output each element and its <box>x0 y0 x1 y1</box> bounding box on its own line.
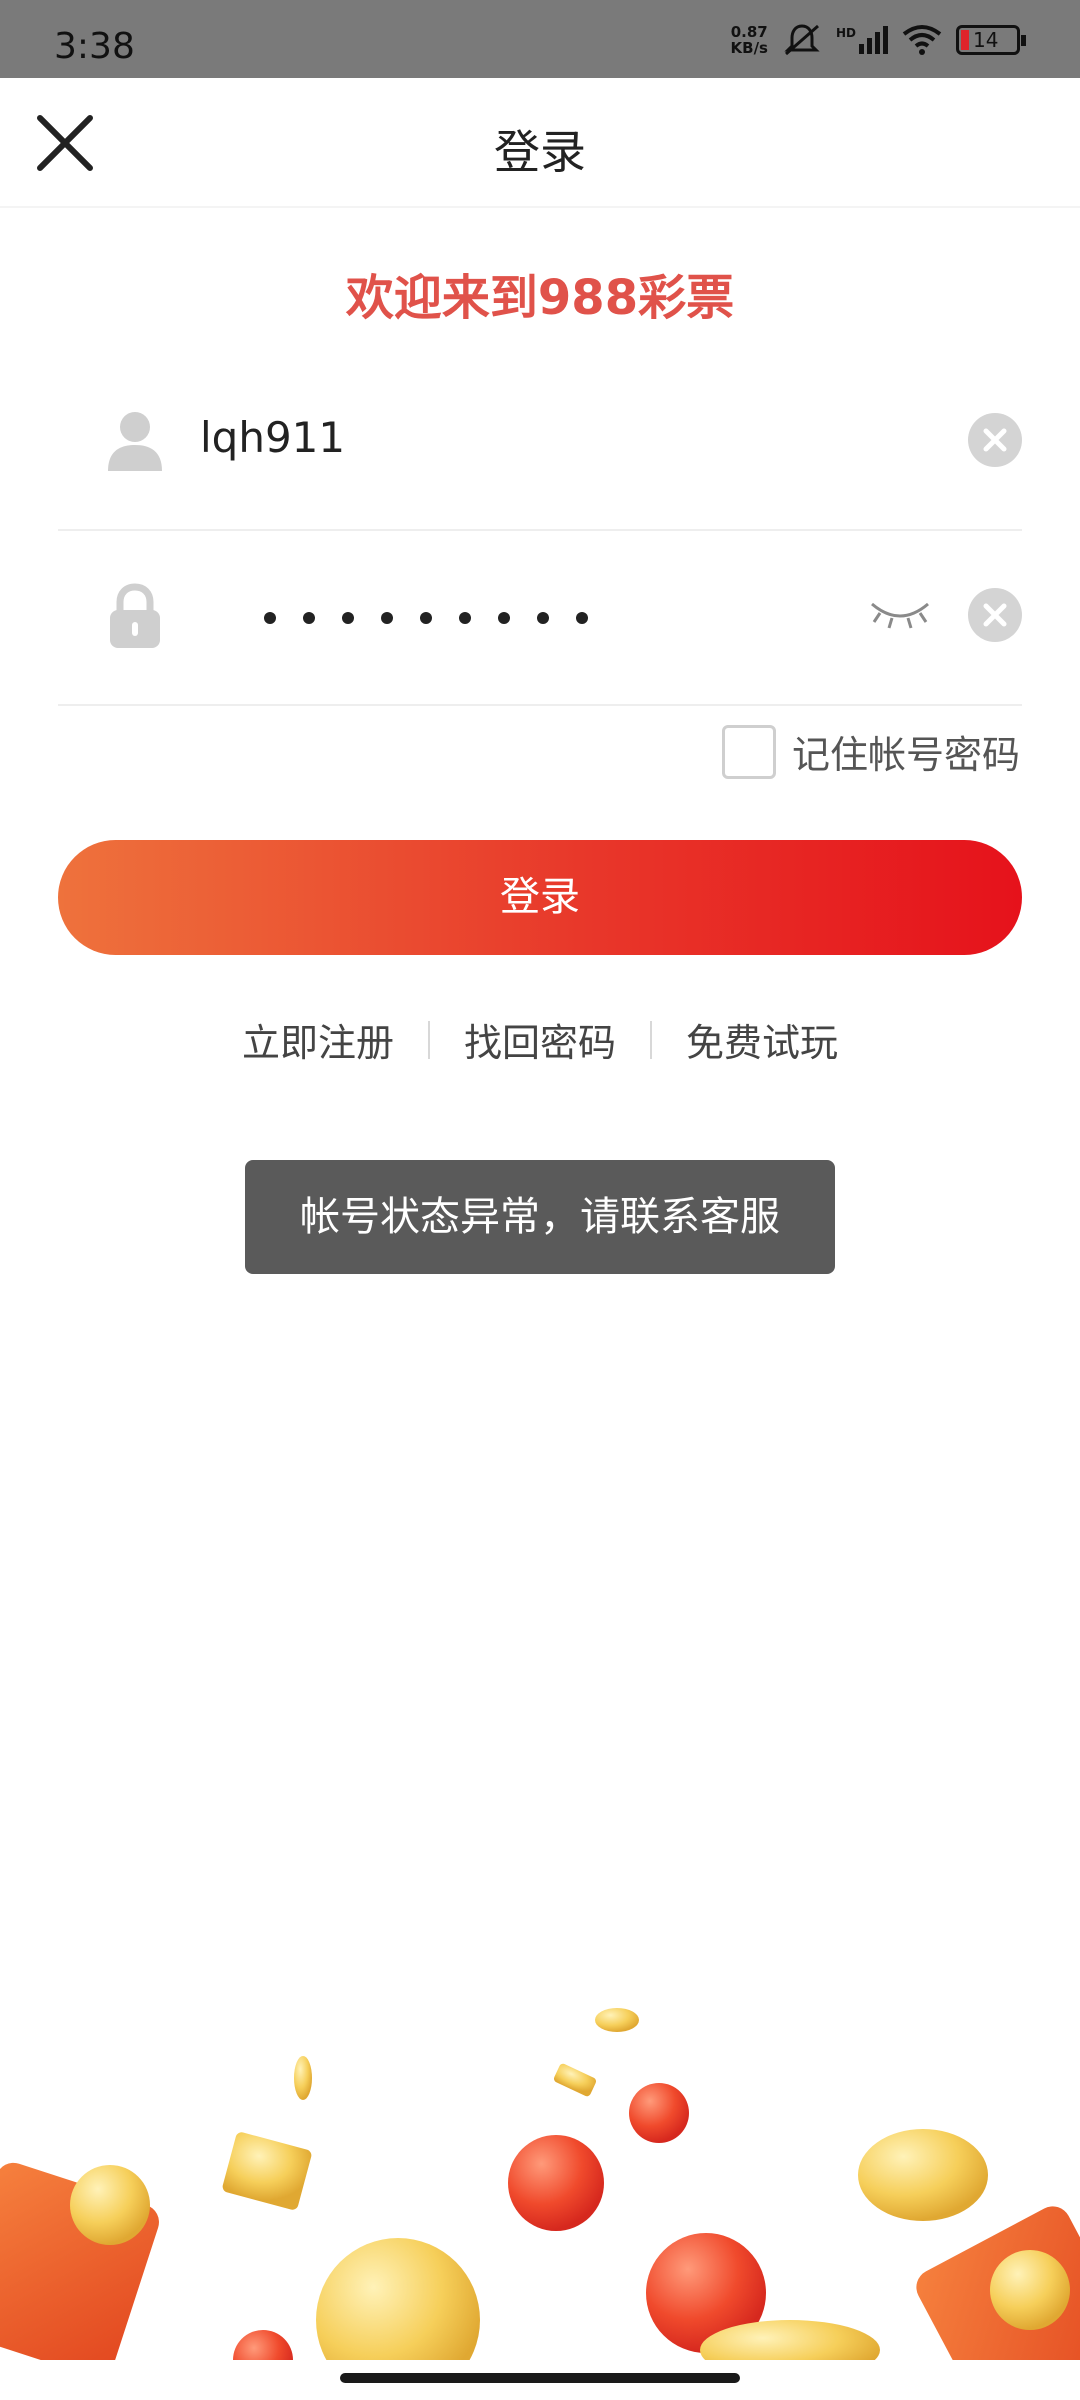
password-dot <box>342 612 354 624</box>
user-icon <box>108 412 162 471</box>
password-dot <box>459 612 471 624</box>
password-dot <box>264 612 276 624</box>
password-dot <box>576 612 588 624</box>
wifi-icon <box>902 25 942 55</box>
status-bar: 3:38 0.87 KB/s HD 14 <box>0 0 1080 78</box>
red-envelope-right <box>916 2206 1080 2360</box>
net-speed-icon: 0.87 KB/s <box>730 23 768 57</box>
eye-closed-icon[interactable] <box>868 594 932 634</box>
password-dot <box>303 612 315 624</box>
free-trial-link[interactable]: 免费试玩 <box>652 1012 872 1067</box>
password-mask[interactable] <box>264 612 588 624</box>
password-dot <box>420 612 432 624</box>
signal-icon: HD <box>836 26 888 54</box>
login-button[interactable]: 登录 <box>58 840 1022 955</box>
battery-level: 14 <box>973 28 999 52</box>
password-dot <box>537 612 549 624</box>
clear-icon <box>983 603 1007 627</box>
clear-icon <box>983 428 1007 452</box>
status-time: 3:38 <box>54 26 135 67</box>
clear-username-button[interactable] <box>968 413 1022 467</box>
header: 登录 <box>0 78 1080 208</box>
password-dot <box>498 612 510 624</box>
username-field[interactable]: lqh911 <box>58 353 1022 531</box>
page-title: 登录 <box>494 125 586 179</box>
register-link[interactable]: 立即注册 <box>208 1012 428 1067</box>
mute-icon <box>784 24 820 56</box>
error-toast: 帐号状态异常，请联系客服 <box>245 1160 835 1274</box>
remember-label: 记住帐号密码 <box>791 733 1020 777</box>
clear-password-button[interactable] <box>968 588 1022 642</box>
remember-checkbox[interactable] <box>721 724 776 779</box>
status-icons: 0.87 KB/s HD 14 <box>730 20 1026 60</box>
lock-icon <box>110 583 160 648</box>
password-field[interactable] <box>58 528 1022 706</box>
welcome-title: 欢迎来到988彩票 <box>345 270 735 326</box>
username-value[interactable]: lqh911 <box>200 413 345 462</box>
red-envelope-left <box>0 2162 159 2360</box>
auth-links: 立即注册 找回密码 免费试玩 <box>0 1012 1080 1067</box>
password-dot <box>381 612 393 624</box>
remember-credentials[interactable]: 记住帐号密码 <box>721 724 1020 779</box>
home-indicator <box>340 2373 740 2383</box>
recover-password-link[interactable]: 找回密码 <box>430 1012 650 1067</box>
decorative-coins-illustration <box>0 2008 1080 2360</box>
gold-coins <box>222 2008 988 2360</box>
battery-icon: 14 <box>956 25 1026 55</box>
